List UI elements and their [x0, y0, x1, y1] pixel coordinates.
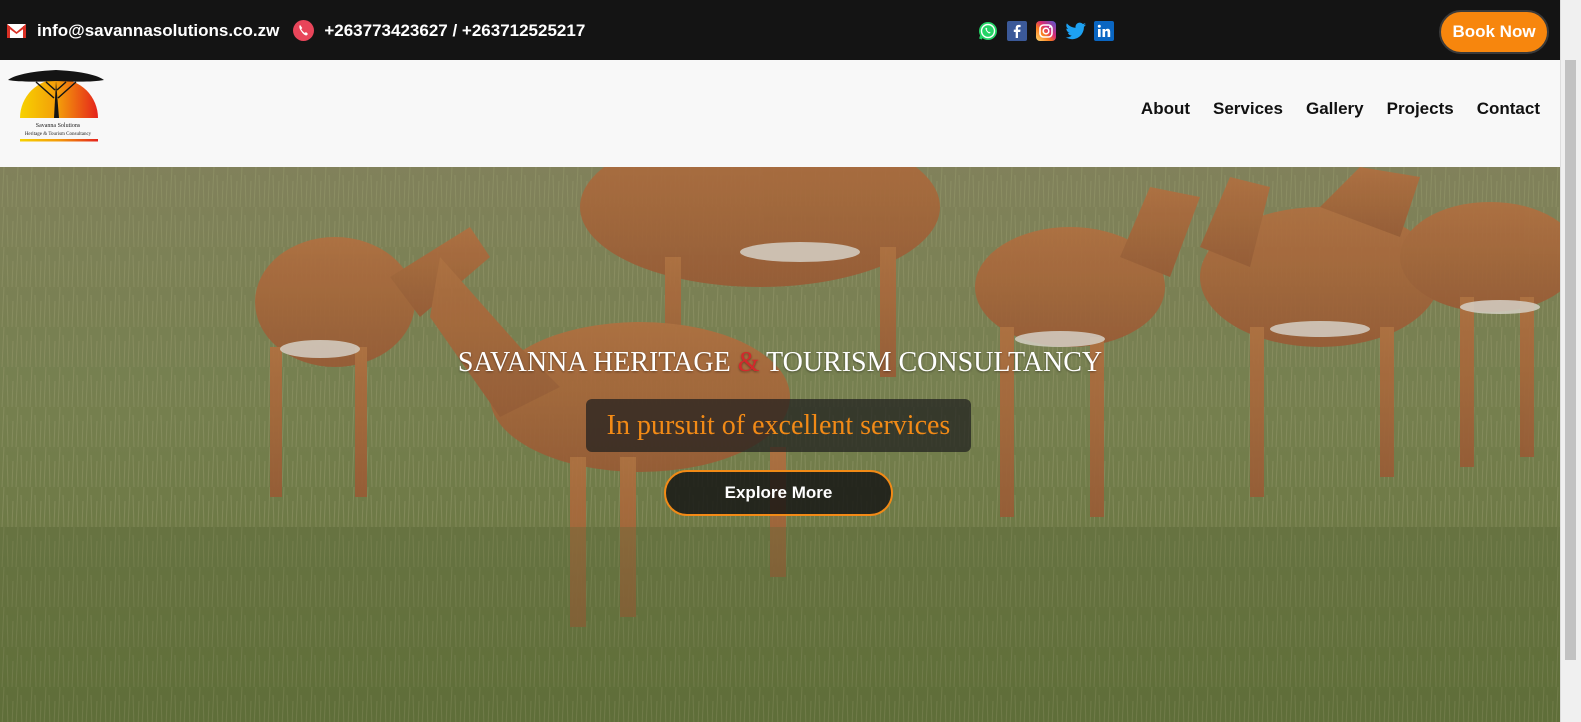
phone-icon — [293, 20, 315, 41]
email-link[interactable]: info@savannasolutions.co.zw — [37, 21, 279, 41]
site-logo[interactable]: Savanna Solutions Heritage & Tourism Con… — [6, 68, 106, 150]
logo-line2: Heritage & Tourism Consultancy — [25, 132, 92, 137]
nav-services[interactable]: Services — [1213, 99, 1283, 119]
linkedin-icon[interactable] — [1094, 21, 1114, 41]
top-contact-bar: info@savannasolutions.co.zw +26377342362… — [0, 0, 1568, 60]
whatsapp-icon[interactable] — [978, 21, 998, 41]
nav-about[interactable]: About — [1141, 99, 1190, 119]
contact-info: info@savannasolutions.co.zw +26377342362… — [7, 20, 585, 41]
phone-numbers[interactable]: +263773423627 / +263712525217 — [324, 21, 585, 41]
logo-line1: Savanna Solutions — [36, 123, 81, 129]
book-now-button[interactable]: Book Now — [1439, 10, 1549, 54]
hero-title-part1: SAVANNA HERITAGE — [457, 347, 738, 378]
twitter-icon[interactable] — [1065, 21, 1086, 41]
nav-gallery[interactable]: Gallery — [1306, 99, 1364, 119]
social-links — [978, 21, 1114, 41]
hero-tagline: In pursuit of excellent services — [586, 399, 971, 452]
mail-icon — [7, 23, 26, 38]
hero-title: SAVANNA HERITAGE & TOURISM CONSULTANCY — [0, 347, 1560, 379]
explore-more-button[interactable]: Explore More — [664, 470, 893, 516]
hero-title-part2: TOURISM CONSULTANCY — [759, 347, 1103, 378]
scrollbar-thumb[interactable] — [1565, 60, 1576, 660]
nav-menu: About Services Gallery Projects Contact — [1141, 99, 1540, 119]
instagram-icon[interactable] — [1036, 21, 1056, 41]
hero-title-ampersand: & — [737, 347, 760, 378]
hero-section: SAVANNA HERITAGE & TOURISM CONSULTANCY I… — [0, 167, 1568, 722]
nav-contact[interactable]: Contact — [1477, 99, 1540, 119]
facebook-icon[interactable] — [1007, 21, 1027, 41]
main-navbar: Savanna Solutions Heritage & Tourism Con… — [0, 60, 1560, 167]
nav-projects[interactable]: Projects — [1387, 99, 1454, 119]
